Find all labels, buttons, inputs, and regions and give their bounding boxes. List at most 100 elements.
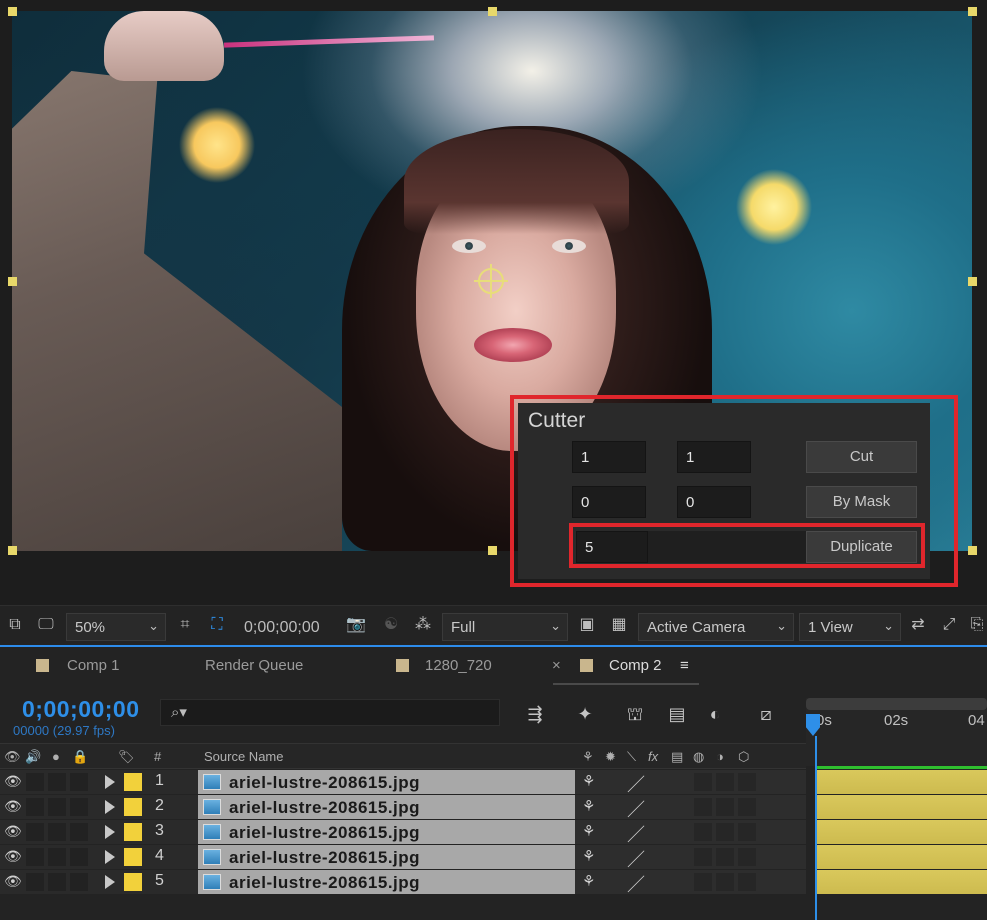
effects-switch-icon[interactable]: fx xyxy=(648,749,658,764)
shy-icon[interactable]: ⚘ xyxy=(582,822,595,840)
monitor-icon[interactable]: 🖵 xyxy=(35,614,57,636)
time-ruler[interactable]: 0s 02s 04 xyxy=(806,698,987,766)
transform-handle-top-left[interactable] xyxy=(8,7,17,16)
quality-switch-icon[interactable]: ⟍ xyxy=(627,749,636,765)
adjustment-toggle[interactable] xyxy=(716,848,734,866)
layer-name[interactable]: ariel-lustre-208615.jpg xyxy=(229,773,420,793)
label-tag-icon[interactable]: 🏷 xyxy=(118,749,135,765)
toggle-pixel-aspect-icon[interactable]: ⇄ xyxy=(907,614,929,636)
3d-toggle[interactable] xyxy=(738,823,756,841)
expand-triangle-icon[interactable] xyxy=(105,825,115,839)
tab-render-queue[interactable]: Render Queue xyxy=(205,657,303,674)
label-color-swatch[interactable] xyxy=(124,873,142,891)
expand-triangle-icon[interactable] xyxy=(105,775,115,789)
checkerboard-icon[interactable]: ▦ xyxy=(608,614,630,636)
layer-name[interactable]: ariel-lustre-208615.jpg xyxy=(229,798,420,818)
quality-slash-icon[interactable]: ／ xyxy=(627,871,645,897)
quality-slash-icon[interactable]: ／ xyxy=(627,821,645,847)
composition-mini-flowchart-icon[interactable]: ⇶ xyxy=(522,701,548,727)
solo-toggle[interactable] xyxy=(48,823,66,841)
close-icon[interactable]: × xyxy=(552,657,561,674)
label-color-swatch[interactable] xyxy=(124,823,142,841)
layer-name[interactable]: ariel-lustre-208615.jpg xyxy=(229,823,420,843)
snapshot-camera-icon[interactable]: 📷 xyxy=(345,614,367,636)
layer-name[interactable]: ariel-lustre-208615.jpg xyxy=(229,873,420,893)
eye-icon[interactable]: 👁 xyxy=(4,798,22,815)
layer-duration-bar[interactable] xyxy=(817,845,987,869)
audio-toggle[interactable] xyxy=(26,823,44,841)
show-snapshot-icon[interactable]: ☯ xyxy=(380,614,402,636)
solo-toggle[interactable] xyxy=(48,848,66,866)
quality-slash-icon[interactable]: ／ xyxy=(627,796,645,822)
tab-1280-720[interactable]: 1280_720 xyxy=(425,657,492,674)
adjustment-layer-switch-icon[interactable]: ◑ xyxy=(716,749,724,764)
shy-icon[interactable]: ⚘ xyxy=(582,847,595,865)
layer-duration-bar[interactable] xyxy=(817,820,987,844)
video-switch-icon[interactable]: 👁 xyxy=(4,749,21,765)
label-color-swatch[interactable] xyxy=(124,773,142,791)
region-of-interest-icon[interactable]: ⌗ xyxy=(174,614,196,636)
motion-blur-toggle[interactable] xyxy=(694,823,712,841)
eye-icon[interactable]: 👁 xyxy=(4,873,22,890)
label-color-swatch[interactable] xyxy=(124,848,142,866)
motion-blur-toggle[interactable] xyxy=(694,773,712,791)
shy-switch-icon[interactable]: ⚘ xyxy=(582,749,594,765)
draft-3d-icon[interactable]: ✦ xyxy=(572,701,598,727)
current-time-display[interactable]: 0;00;00;00 xyxy=(22,696,140,723)
audio-switch-icon[interactable]: 🔊 xyxy=(25,749,41,765)
graph-editor-icon[interactable]: ⧄ xyxy=(753,701,779,727)
3d-toggle[interactable] xyxy=(738,773,756,791)
audio-toggle[interactable] xyxy=(26,798,44,816)
table-row[interactable]: 👁 2 ariel-lustre-208615.jpg ⚘ ／ xyxy=(0,795,987,820)
motion-blur-toggle[interactable] xyxy=(694,848,712,866)
reset-exposure-icon[interactable]: ⤢ xyxy=(938,614,960,636)
quality-slash-icon[interactable]: ／ xyxy=(627,846,645,872)
motion-blur-toggle[interactable] xyxy=(694,873,712,891)
table-row[interactable]: 👁 1 ariel-lustre-208615.jpg ⚘ ／ xyxy=(0,770,987,795)
transform-handle-bottom-left[interactable] xyxy=(8,546,17,555)
view-layout-dropdown[interactable]: 1 View ⌄ xyxy=(799,613,901,641)
3d-toggle[interactable] xyxy=(738,798,756,816)
fast-previews-icon[interactable]: ▣ xyxy=(576,614,598,636)
solo-toggle[interactable] xyxy=(48,773,66,791)
3d-toggle[interactable] xyxy=(738,873,756,891)
adjustment-toggle[interactable] xyxy=(716,798,734,816)
solo-toggle[interactable] xyxy=(48,873,66,891)
transform-handle-top-center[interactable] xyxy=(488,7,497,16)
audio-toggle[interactable] xyxy=(26,848,44,866)
hide-shy-layers-icon[interactable]: ⛫ xyxy=(622,701,648,727)
solo-switch-icon[interactable]: ● xyxy=(52,749,60,764)
flowchart-icon[interactable]: ⎘ xyxy=(966,614,987,636)
expand-triangle-icon[interactable] xyxy=(105,850,115,864)
always-preview-icon[interactable]: ⧉ xyxy=(4,614,26,636)
tab-comp-1[interactable]: Comp 1 xyxy=(67,657,120,674)
table-row[interactable]: 👁 3 ariel-lustre-208615.jpg ⚘ ／ xyxy=(0,820,987,845)
transform-handle-mid-left[interactable] xyxy=(8,277,17,286)
eye-icon[interactable]: 👁 xyxy=(4,773,22,790)
layer-duration-bar[interactable] xyxy=(817,770,987,794)
lock-toggle[interactable] xyxy=(70,848,88,866)
layer-duration-bar[interactable] xyxy=(817,795,987,819)
motion-blur-switch-icon[interactable]: ◍ xyxy=(693,749,704,765)
layer-duration-bar[interactable] xyxy=(817,870,987,894)
transparency-grid-icon[interactable]: ⛶ xyxy=(206,614,228,636)
lock-toggle[interactable] xyxy=(70,873,88,891)
transform-handle-mid-right[interactable] xyxy=(968,277,977,286)
label-color-swatch[interactable] xyxy=(124,798,142,816)
source-name-header[interactable]: Source Name xyxy=(204,749,283,764)
layer-search-input[interactable]: ⌕▾ xyxy=(160,699,500,726)
table-row[interactable]: 👁 4 ariel-lustre-208615.jpg ⚘ ／ xyxy=(0,845,987,870)
shy-icon[interactable]: ⚘ xyxy=(582,772,595,790)
viewer-timecode[interactable]: 0;00;00;00 xyxy=(244,619,320,637)
shy-icon[interactable]: ⚘ xyxy=(582,872,595,890)
adjustment-toggle[interactable] xyxy=(716,873,734,891)
motion-blur-toggle[interactable] xyxy=(694,798,712,816)
lock-toggle[interactable] xyxy=(70,798,88,816)
audio-toggle[interactable] xyxy=(26,873,44,891)
anchor-point-icon[interactable] xyxy=(474,264,508,298)
transform-handle-bottom-right[interactable] xyxy=(968,546,977,555)
playhead-line[interactable] xyxy=(815,736,817,920)
table-row[interactable]: 👁 5 ariel-lustre-208615.jpg ⚘ ／ xyxy=(0,870,987,895)
layer-name[interactable]: ariel-lustre-208615.jpg xyxy=(229,848,420,868)
expand-triangle-icon[interactable] xyxy=(105,875,115,889)
